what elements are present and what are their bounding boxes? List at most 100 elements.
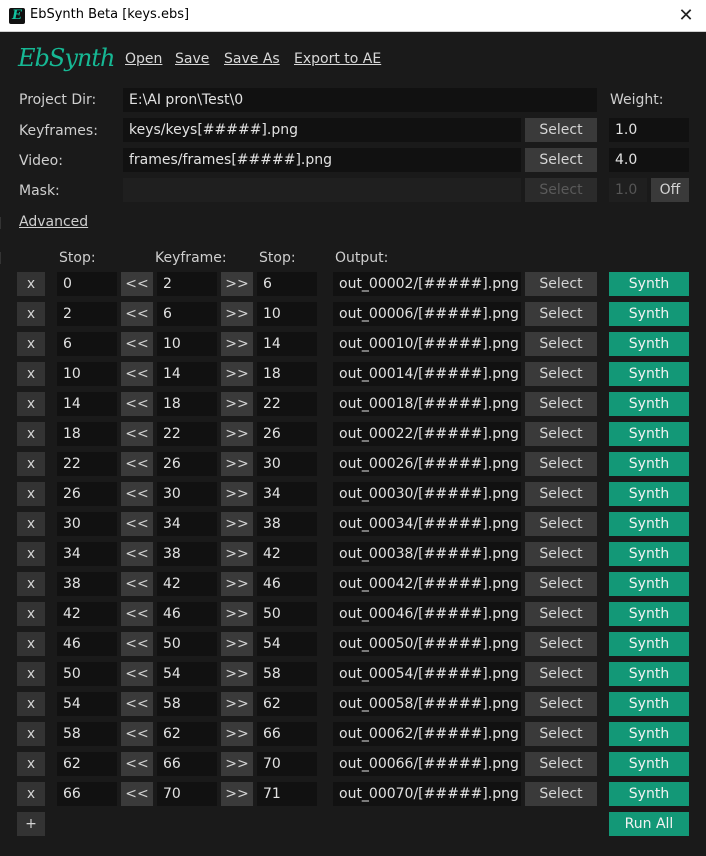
video-field[interactable]: frames/frames[#####].png	[123, 148, 521, 172]
save-as-link[interactable]: Save As	[224, 51, 280, 67]
next-keyframe-button[interactable]: >>	[221, 512, 253, 536]
output-select-button[interactable]: Select	[525, 452, 597, 476]
stop-start-field[interactable]: 54	[57, 692, 117, 716]
output-field[interactable]: out_00050/[#####].png	[333, 632, 521, 656]
synth-button[interactable]: Synth	[609, 332, 689, 356]
stop-start-field[interactable]: 14	[57, 392, 117, 416]
keyframe-field[interactable]: 58	[157, 692, 217, 716]
prev-keyframe-button[interactable]: <<	[121, 542, 153, 566]
stop-end-field[interactable]: 6	[257, 272, 317, 296]
prev-keyframe-button[interactable]: <<	[121, 332, 153, 356]
next-keyframe-button[interactable]: >>	[221, 722, 253, 746]
next-keyframe-button[interactable]: >>	[221, 302, 253, 326]
output-select-button[interactable]: Select	[525, 302, 597, 326]
remove-row-button[interactable]: x	[17, 332, 45, 356]
stop-start-field[interactable]: 30	[57, 512, 117, 536]
next-keyframe-button[interactable]: >>	[221, 362, 253, 386]
prev-keyframe-button[interactable]: <<	[121, 422, 153, 446]
prev-keyframe-button[interactable]: <<	[121, 572, 153, 596]
synth-button[interactable]: Synth	[609, 722, 689, 746]
stop-end-field[interactable]: 26	[257, 422, 317, 446]
prev-keyframe-button[interactable]: <<	[121, 722, 153, 746]
mask-weight-field[interactable]: 1.0	[609, 178, 647, 202]
stop-start-field[interactable]: 2	[57, 302, 117, 326]
output-field[interactable]: out_00062/[#####].png	[333, 722, 521, 746]
next-keyframe-button[interactable]: >>	[221, 752, 253, 776]
prev-keyframe-button[interactable]: <<	[121, 752, 153, 776]
next-keyframe-button[interactable]: >>	[221, 632, 253, 656]
next-keyframe-button[interactable]: >>	[221, 392, 253, 416]
stop-start-field[interactable]: 34	[57, 542, 117, 566]
output-select-button[interactable]: Select	[525, 692, 597, 716]
stop-end-field[interactable]: 14	[257, 332, 317, 356]
stop-end-field[interactable]: 30	[257, 452, 317, 476]
remove-row-button[interactable]: x	[17, 722, 45, 746]
next-keyframe-button[interactable]: >>	[221, 482, 253, 506]
keyframe-field[interactable]: 2	[157, 272, 217, 296]
output-field[interactable]: out_00010/[#####].png	[333, 332, 521, 356]
keyframe-field[interactable]: 6	[157, 302, 217, 326]
next-keyframe-button[interactable]: >>	[221, 662, 253, 686]
output-field[interactable]: out_00054/[#####].png	[333, 662, 521, 686]
next-keyframe-button[interactable]: >>	[221, 422, 253, 446]
stop-end-field[interactable]: 38	[257, 512, 317, 536]
synth-button[interactable]: Synth	[609, 602, 689, 626]
output-select-button[interactable]: Select	[525, 572, 597, 596]
keyframe-field[interactable]: 54	[157, 662, 217, 686]
remove-row-button[interactable]: x	[17, 272, 45, 296]
stop-start-field[interactable]: 0	[57, 272, 117, 296]
keyframes-field[interactable]: keys/keys[#####].png	[123, 118, 521, 142]
remove-row-button[interactable]: x	[17, 392, 45, 416]
synth-button[interactable]: Synth	[609, 782, 689, 806]
remove-row-button[interactable]: x	[17, 362, 45, 386]
synth-button[interactable]: Synth	[609, 422, 689, 446]
keyframe-field[interactable]: 10	[157, 332, 217, 356]
next-keyframe-button[interactable]: >>	[221, 542, 253, 566]
stop-end-field[interactable]: 22	[257, 392, 317, 416]
stop-end-field[interactable]: 58	[257, 662, 317, 686]
stop-start-field[interactable]: 58	[57, 722, 117, 746]
synth-button[interactable]: Synth	[609, 512, 689, 536]
stop-start-field[interactable]: 18	[57, 422, 117, 446]
run-all-button[interactable]: Run All	[609, 812, 689, 836]
prev-keyframe-button[interactable]: <<	[121, 362, 153, 386]
output-select-button[interactable]: Select	[525, 482, 597, 506]
output-field[interactable]: out_00030/[#####].png	[333, 482, 521, 506]
output-field[interactable]: out_00034/[#####].png	[333, 512, 521, 536]
stop-start-field[interactable]: 42	[57, 602, 117, 626]
stop-end-field[interactable]: 50	[257, 602, 317, 626]
synth-button[interactable]: Synth	[609, 362, 689, 386]
output-field[interactable]: out_00026/[#####].png	[333, 452, 521, 476]
output-select-button[interactable]: Select	[525, 272, 597, 296]
next-keyframe-button[interactable]: >>	[221, 692, 253, 716]
remove-row-button[interactable]: x	[17, 542, 45, 566]
output-field[interactable]: out_00002/[#####].png	[333, 272, 521, 296]
mask-field[interactable]	[123, 178, 521, 202]
add-row-button[interactable]: +	[17, 812, 45, 836]
prev-keyframe-button[interactable]: <<	[121, 452, 153, 476]
output-select-button[interactable]: Select	[525, 602, 597, 626]
prev-keyframe-button[interactable]: <<	[121, 512, 153, 536]
video-select-button[interactable]: Select	[525, 148, 597, 172]
keyframe-field[interactable]: 22	[157, 422, 217, 446]
remove-row-button[interactable]: x	[17, 692, 45, 716]
remove-row-button[interactable]: x	[17, 482, 45, 506]
prev-keyframe-button[interactable]: <<	[121, 392, 153, 416]
export-to-ae-link[interactable]: Export to AE	[294, 51, 381, 67]
remove-row-button[interactable]: x	[17, 572, 45, 596]
remove-row-button[interactable]: x	[17, 632, 45, 656]
synth-button[interactable]: Synth	[609, 272, 689, 296]
output-field[interactable]: out_00022/[#####].png	[333, 422, 521, 446]
synth-button[interactable]: Synth	[609, 632, 689, 656]
remove-row-button[interactable]: x	[17, 752, 45, 776]
output-select-button[interactable]: Select	[525, 512, 597, 536]
keyframes-weight-field[interactable]: 1.0	[609, 118, 689, 142]
stop-start-field[interactable]: 10	[57, 362, 117, 386]
advanced-link[interactable]: Advanced	[19, 214, 88, 230]
stop-end-field[interactable]: 42	[257, 542, 317, 566]
next-keyframe-button[interactable]: >>	[221, 572, 253, 596]
output-select-button[interactable]: Select	[525, 632, 597, 656]
prev-keyframe-button[interactable]: <<	[121, 782, 153, 806]
output-select-button[interactable]: Select	[525, 422, 597, 446]
prev-keyframe-button[interactable]: <<	[121, 272, 153, 296]
